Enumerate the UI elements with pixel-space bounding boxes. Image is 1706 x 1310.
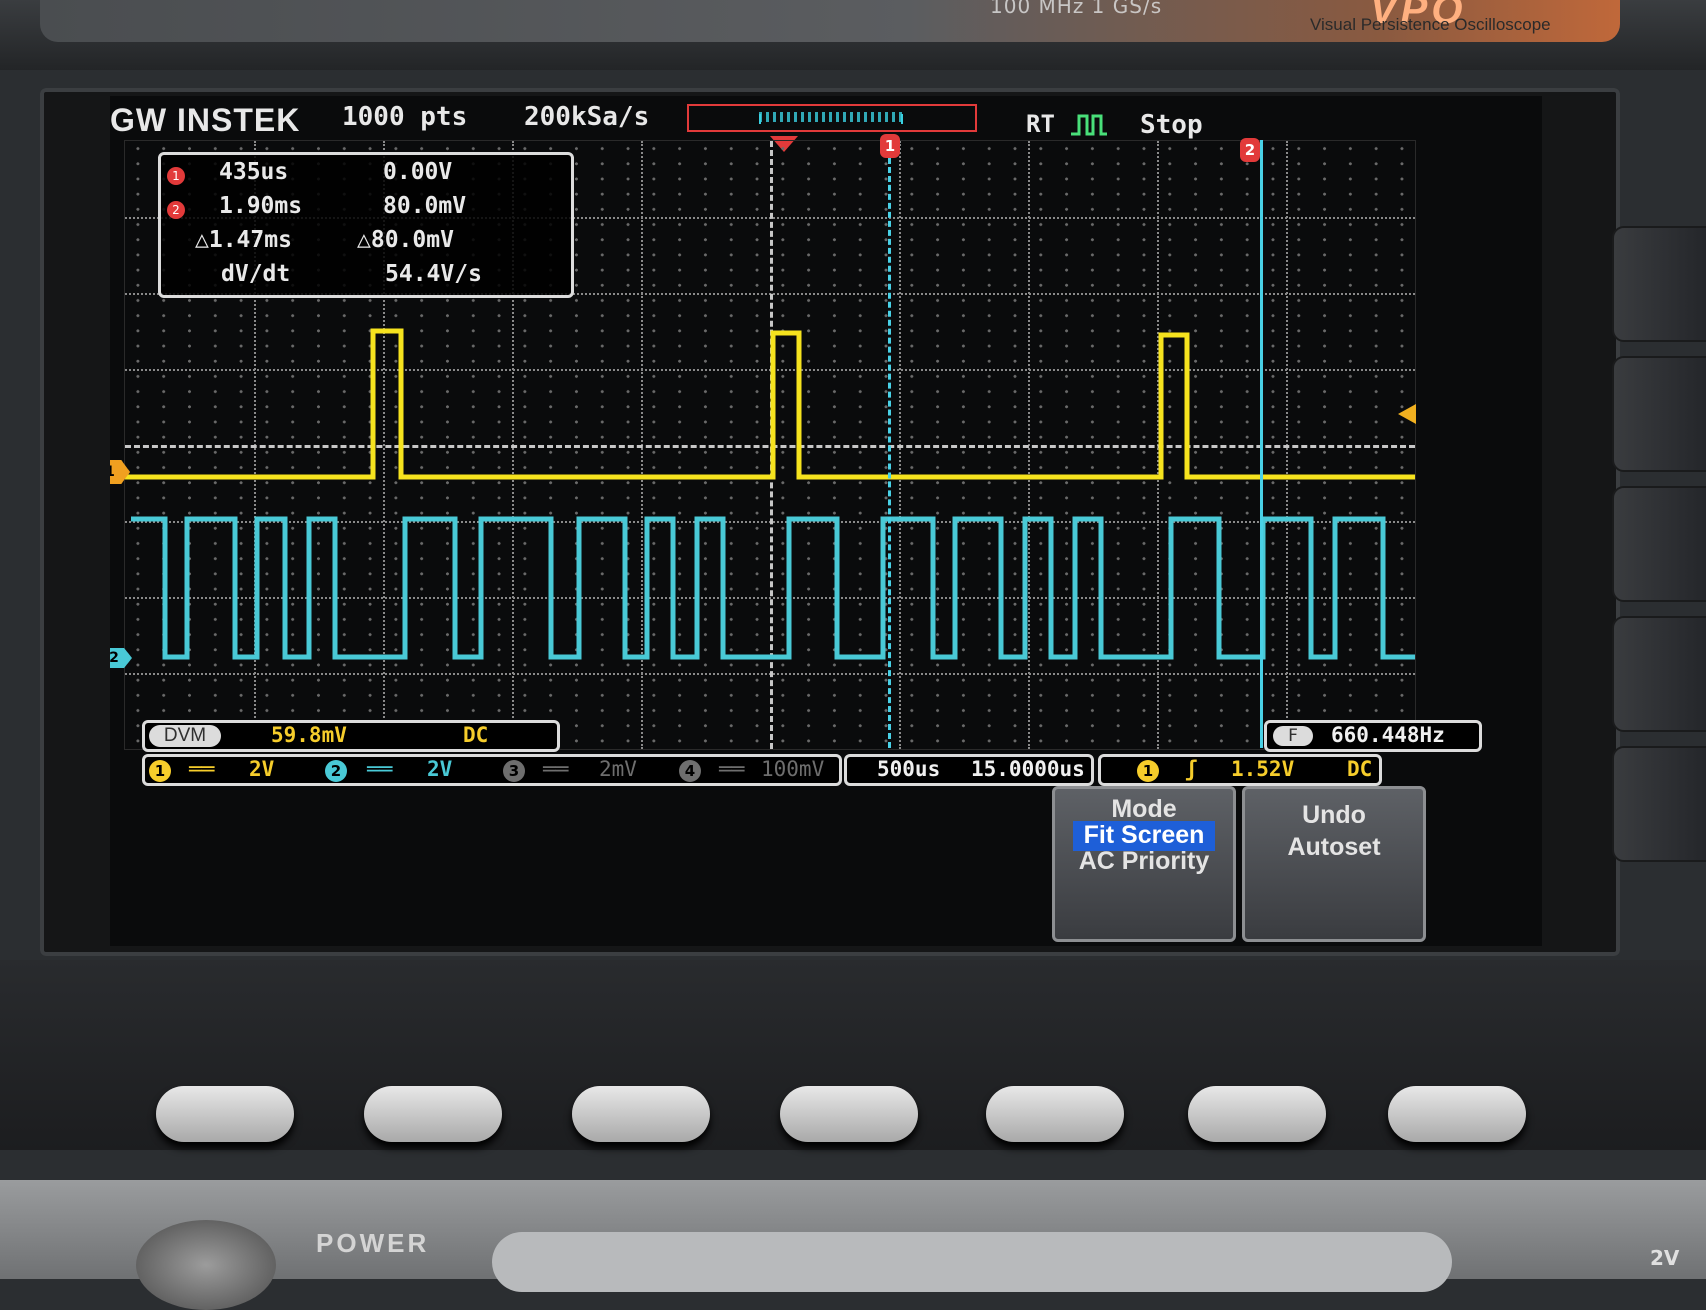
record-length: 1000 pts bbox=[342, 102, 468, 132]
trigger-coupling: DC bbox=[1347, 757, 1373, 781]
cursor-1-time: 435us bbox=[219, 159, 289, 185]
ch2-coupling-icon: ══ bbox=[367, 757, 393, 781]
ch3-coupling-icon: ══ bbox=[543, 757, 569, 781]
trigger-readout: 1 ʃ 1.52V DC bbox=[1098, 754, 1382, 786]
power-label: POWER bbox=[316, 1228, 430, 1258]
trigger-source-badge[interactable]: 1 bbox=[1137, 760, 1159, 782]
cursor-1-tag[interactable]: 1 bbox=[880, 134, 900, 158]
cursor-delta-value: △80.0mV bbox=[357, 227, 454, 253]
timebase-scale[interactable]: 500us bbox=[877, 757, 940, 781]
acquisition-mode: RT bbox=[1026, 110, 1109, 138]
mode-menu[interactable]: Mode Fit Screen AC Priority bbox=[1052, 786, 1236, 942]
side-menu-button-2[interactable] bbox=[1612, 356, 1706, 472]
memory-bar bbox=[687, 104, 977, 132]
mode-title: Mode bbox=[1111, 795, 1177, 823]
ch3-badge[interactable]: 3 bbox=[503, 760, 525, 782]
autoset-label: Autoset bbox=[1287, 833, 1381, 861]
side-menu-button-5[interactable] bbox=[1612, 746, 1706, 862]
undo-label: Undo bbox=[1302, 801, 1366, 829]
trigger-level[interactable]: 1.52V bbox=[1231, 757, 1294, 781]
softkey-4[interactable] bbox=[780, 1086, 918, 1142]
ch1-trace bbox=[125, 328, 1415, 480]
probe-compensation-label: 2V bbox=[1650, 1246, 1680, 1270]
cursor-2-dot: 2 bbox=[167, 201, 185, 219]
cursor-readout: 1 435us 0.00V 2 1.90ms 80.0mV △1.47ms △8… bbox=[158, 152, 574, 298]
cursor-2-line[interactable] bbox=[1260, 140, 1263, 748]
ch3-scale[interactable]: 2mV bbox=[599, 757, 637, 781]
side-menu-button-3[interactable] bbox=[1612, 486, 1706, 602]
frequency-value: 660.448Hz bbox=[1331, 723, 1445, 747]
softkey-7[interactable] bbox=[1388, 1086, 1526, 1142]
ch1-badge[interactable]: 1 bbox=[149, 760, 171, 782]
mode-fit-screen[interactable]: Fit Screen bbox=[1055, 821, 1233, 850]
cursor-delta-time: △1.47ms bbox=[195, 227, 292, 253]
softkey-1[interactable] bbox=[156, 1086, 294, 1142]
cursor-2-tag[interactable]: 2 bbox=[1240, 138, 1260, 162]
ch2-badge[interactable]: 2 bbox=[325, 760, 347, 782]
side-menu-button-4[interactable] bbox=[1612, 616, 1706, 732]
ch4-scale[interactable]: 100mV bbox=[761, 757, 824, 781]
front-panel-slot bbox=[492, 1232, 1452, 1292]
ch1-scale[interactable]: 2V bbox=[249, 757, 274, 781]
timebase-readout: 500us 15.0000us bbox=[844, 754, 1094, 786]
timebase-position[interactable]: 15.0000us bbox=[971, 757, 1085, 781]
memory-view-window bbox=[759, 114, 903, 124]
side-menu-button-1[interactable] bbox=[1612, 226, 1706, 342]
ch4-badge[interactable]: 4 bbox=[679, 760, 701, 782]
power-button[interactable] bbox=[136, 1220, 276, 1310]
ch1-coupling-icon: ══ bbox=[189, 757, 215, 781]
trigger-slope-icon: ʃ bbox=[1185, 757, 1198, 781]
ch2-trace bbox=[131, 516, 1415, 660]
softkey-2[interactable] bbox=[364, 1086, 502, 1142]
dvm-label: DVM bbox=[149, 725, 221, 747]
cursor-2-value: 80.0mV bbox=[383, 193, 467, 219]
cursor-dvdt-label: dV/dt bbox=[221, 261, 291, 287]
ch2-scale[interactable]: 2V bbox=[427, 757, 452, 781]
frequency-counter: F 660.448Hz bbox=[1264, 720, 1482, 752]
bandwidth-spec: 100 MHz 1 GS/s bbox=[990, 0, 1163, 18]
channel-scale-bar: 1 ══ 2V 2 ══ 2V 3 ══ 2mV 4 ══ 100mV bbox=[142, 754, 842, 786]
cursor-1-value: 0.00V bbox=[383, 159, 453, 185]
cursor-dvdt-value: 54.4V/s bbox=[385, 261, 482, 287]
dvm-coupling: DC bbox=[463, 723, 489, 747]
softkey-3[interactable] bbox=[572, 1086, 710, 1142]
pulse-icon bbox=[1071, 114, 1108, 136]
mode-ac-priority[interactable]: AC Priority bbox=[1055, 847, 1233, 876]
brand-logo: GW INSTEK bbox=[110, 102, 301, 138]
softkey-5[interactable] bbox=[986, 1086, 1124, 1142]
cursor-2-time: 1.90ms bbox=[219, 193, 303, 219]
run-state: Stop bbox=[1140, 110, 1203, 140]
oscilloscope-display: GW INSTEK 1000 pts 200kSa/s RT Stop 1 2 … bbox=[110, 96, 1542, 946]
cursor-1-line[interactable] bbox=[888, 140, 891, 748]
softkey-6[interactable] bbox=[1188, 1086, 1326, 1142]
ch4-coupling-icon: ══ bbox=[719, 757, 745, 781]
dvm-value: 59.8mV bbox=[271, 723, 347, 747]
acquisition-mode-label: RT bbox=[1026, 110, 1055, 138]
frequency-label: F bbox=[1273, 726, 1313, 746]
vpo-tagline: Visual Persistence Oscilloscope bbox=[1310, 15, 1551, 34]
dvm-readout: DVM 59.8mV DC bbox=[142, 720, 560, 752]
cursor-1-dot: 1 bbox=[167, 167, 185, 185]
sample-rate: 200kSa/s bbox=[524, 102, 650, 132]
undo-autoset-button[interactable]: Undo Autoset bbox=[1242, 786, 1426, 942]
